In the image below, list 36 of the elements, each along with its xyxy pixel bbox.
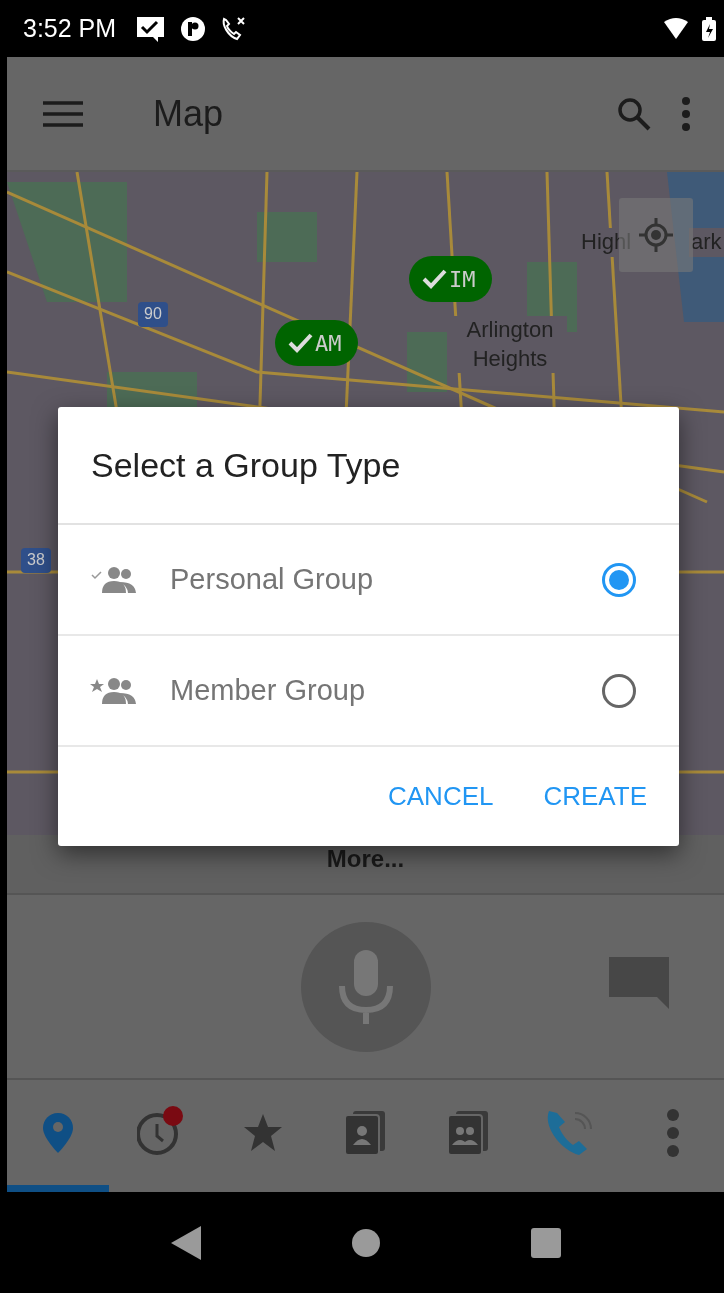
home-icon[interactable]	[350, 1227, 381, 1258]
battery-icon	[702, 16, 716, 41]
circle-badge-icon	[180, 15, 207, 42]
status-time: 3:52 PM	[23, 14, 117, 43]
radio-button[interactable]	[602, 562, 636, 597]
recents-icon[interactable]	[530, 1227, 561, 1258]
star-icon	[243, 1112, 284, 1153]
map-marker[interactable]: IM	[409, 256, 492, 302]
map-pin-icon	[43, 1112, 74, 1153]
group-card-icon	[447, 1110, 488, 1155]
menu-icon[interactable]	[43, 100, 83, 127]
message-icon	[136, 15, 167, 42]
overflow-menu-icon	[665, 1108, 680, 1157]
overflow-menu-icon[interactable]	[681, 96, 691, 131]
road-shield: 38	[21, 548, 51, 573]
search-icon[interactable]	[617, 96, 651, 131]
group-type-option[interactable]: Personal Group	[58, 525, 679, 636]
map-marker[interactable]: AM	[275, 320, 358, 366]
starred-group-icon	[90, 675, 138, 706]
contact-card-icon	[345, 1110, 386, 1155]
back-icon[interactable]	[170, 1225, 201, 1260]
checked-group-icon	[90, 564, 138, 595]
cancel-button[interactable]: CANCEL	[378, 771, 504, 822]
radio-button[interactable]	[602, 673, 636, 708]
chat-bubble-icon[interactable]	[609, 957, 669, 1009]
map-label: ark	[689, 228, 724, 257]
create-button[interactable]: CREATE	[533, 771, 657, 822]
wifi-icon	[664, 17, 688, 40]
check-icon	[421, 269, 447, 289]
map-label: Arlington Heights	[453, 316, 567, 374]
location-target-icon	[639, 218, 673, 252]
group-type-option[interactable]: Member Group	[58, 636, 679, 747]
app-title: Map	[153, 92, 224, 135]
dialog-title: Select a Group Type	[58, 407, 679, 525]
road-shield: 90	[138, 302, 168, 327]
check-icon	[287, 333, 313, 353]
